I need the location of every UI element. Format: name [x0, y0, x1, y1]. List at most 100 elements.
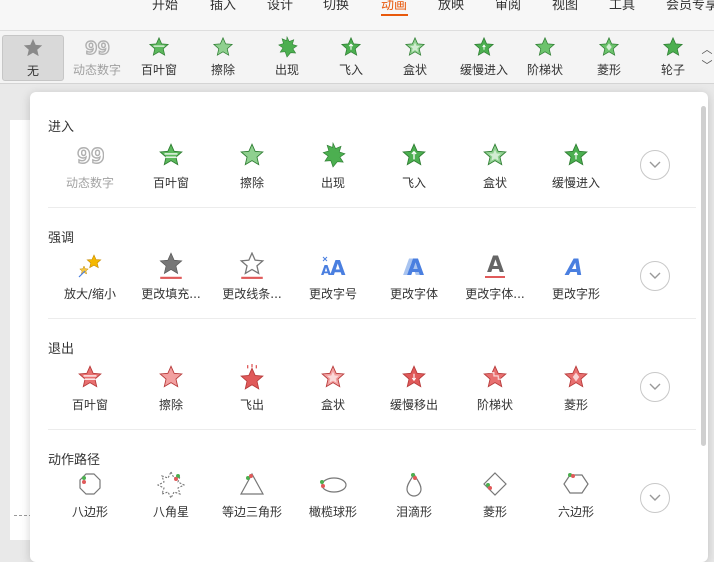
chevron-down-icon: [649, 383, 661, 390]
anim-wheel-button[interactable]: 轮子: [638, 35, 708, 79]
tab-home[interactable]: 开始: [152, 0, 178, 13]
anim-none-button[interactable]: 无: [2, 35, 64, 81]
enter-box-button[interactable]: 盒状: [455, 140, 535, 191]
path-hexagon-button[interactable]: 六边形: [536, 469, 616, 520]
path-octagon-button[interactable]: 八边形: [50, 469, 130, 520]
anim-blinds-label: 百叶窗: [140, 63, 177, 77]
emph-fill-button[interactable]: 更改填充...: [131, 251, 211, 302]
anim-none-label: 无: [26, 64, 39, 78]
enter-slow-in-button[interactable]: 缓慢进入: [536, 140, 616, 191]
star-red-icon: [402, 365, 426, 388]
star-red-icon: [483, 365, 507, 388]
emph-font-color-button[interactable]: A 更改字体...: [455, 251, 535, 302]
path-teardrop-button[interactable]: 泪滴形: [374, 469, 454, 520]
item-label: 盒状: [320, 398, 345, 412]
enter-blinds-button[interactable]: 百叶窗: [131, 140, 211, 191]
enter-fly-in-button[interactable]: 飞入: [374, 140, 454, 191]
enter-digits-button[interactable]: 99 动态数字: [50, 140, 130, 191]
section-title: 退出: [48, 342, 75, 357]
path-star8-button[interactable]: 八角星: [131, 469, 211, 520]
anim-diamond-button[interactable]: 菱形: [574, 35, 644, 79]
item-label: 八边形: [71, 505, 108, 519]
section-divider: [48, 207, 696, 208]
star-green-icon: [278, 36, 298, 58]
more-exit-button[interactable]: [640, 372, 670, 402]
gallery-scroll-button[interactable]: ︿ ﹀: [700, 31, 714, 83]
more-motion-paths-button[interactable]: [640, 483, 670, 513]
star-green-appear-icon: [322, 142, 346, 168]
font-color-icon: A: [485, 253, 505, 278]
path-triangle-button[interactable]: 等边三角形: [212, 469, 292, 520]
anim-wipe-label: 擦除: [210, 63, 235, 77]
anim-appear-button[interactable]: 出现: [252, 35, 322, 79]
anim-box-label: 盒状: [402, 63, 427, 77]
star-gray-icon: [23, 38, 43, 57]
anim-wheel-label: 轮子: [660, 63, 685, 77]
octagon-path-icon: [79, 473, 101, 495]
star-green-icon: [212, 36, 234, 56]
item-label: 六边形: [557, 505, 594, 519]
item-label: 盒状: [482, 176, 507, 190]
tab-slideshow[interactable]: 放映: [438, 0, 464, 13]
tab-design[interactable]: 设计: [267, 0, 293, 13]
star-green-icon: [404, 36, 426, 56]
tab-animation[interactable]: 动画: [381, 0, 407, 13]
svg-text:A: A: [407, 256, 424, 279]
tab-tools[interactable]: 工具: [609, 0, 635, 13]
anim-wipe-button[interactable]: 擦除: [188, 35, 258, 79]
anim-blinds-button[interactable]: 百叶窗: [124, 35, 194, 79]
exit-stairs-button[interactable]: 阶梯状: [455, 362, 535, 413]
stars-grow-icon: [78, 254, 102, 278]
item-label: 飞出: [239, 398, 264, 412]
star-green-blinds-icon: [159, 143, 183, 166]
exit-diamond-button[interactable]: 菱形: [536, 362, 616, 413]
exit-slow-out-button[interactable]: 缓慢移出: [374, 362, 454, 413]
svg-text:99: 99: [77, 144, 104, 167]
emph-grow-button[interactable]: 放大/缩小: [50, 251, 130, 302]
more-enter-button[interactable]: [640, 150, 670, 180]
chevron-down-icon: [649, 161, 661, 168]
svg-text:A: A: [330, 256, 346, 279]
tab-member[interactable]: 会员专享: [666, 0, 714, 13]
exit-box-button[interactable]: 盒状: [293, 362, 373, 413]
anim-stairs-label: 阶梯状: [526, 63, 563, 77]
anim-digits-button[interactable]: 99 动态数字: [62, 35, 132, 79]
exit-wipe-button[interactable]: 擦除: [131, 362, 211, 413]
anim-box-button[interactable]: 盒状: [380, 35, 450, 79]
anim-fly-in-button[interactable]: 飞入: [316, 35, 386, 79]
exit-fly-out-button[interactable]: 飞出: [212, 362, 292, 413]
item-label: 百叶窗: [152, 176, 189, 190]
font-icon: AA: [403, 256, 424, 279]
enter-appear-button[interactable]: 出现: [293, 140, 373, 191]
enter-wipe-button[interactable]: 擦除: [212, 140, 292, 191]
emph-font-button[interactable]: AA 更改字体: [374, 251, 454, 302]
tab-view[interactable]: 视图: [552, 0, 578, 13]
emph-line-button[interactable]: 更改线条...: [212, 251, 292, 302]
path-diamond-button[interactable]: 菱形: [455, 469, 535, 520]
emph-font-style-button[interactable]: A 更改字形: [536, 251, 616, 302]
digits-icon: 99: [84, 37, 110, 58]
more-emphasis-button[interactable]: [640, 261, 670, 291]
item-label: 更改填充...: [141, 287, 201, 301]
item-label: 橄榄球形: [308, 505, 357, 519]
section-title: 强调: [48, 231, 75, 246]
section-title: 动作路径: [48, 453, 101, 468]
tab-transition[interactable]: 切换: [323, 0, 349, 13]
anim-digits-label: 动态数字: [72, 63, 121, 77]
anim-appear-label: 出现: [274, 63, 299, 77]
anim-stairs-button[interactable]: 阶梯状: [510, 35, 580, 79]
svg-text:A: A: [487, 253, 504, 278]
exit-blinds-button[interactable]: 百叶窗: [50, 362, 130, 413]
emph-font-size-button[interactable]: AA 更改字号: [293, 251, 373, 302]
star-green-slow-icon: [564, 143, 588, 166]
star-green-icon: [148, 36, 170, 56]
svg-text:99: 99: [85, 38, 110, 58]
section-divider: [48, 429, 696, 430]
item-label: 八角星: [152, 505, 189, 519]
path-ellipse-button[interactable]: 橄榄球形: [293, 469, 373, 520]
panel-scrollbar[interactable]: [701, 106, 706, 446]
star-outline-icon: [239, 252, 265, 279]
tab-insert[interactable]: 插入: [210, 0, 236, 13]
tab-review[interactable]: 审阅: [495, 0, 521, 13]
item-label: 菱形: [563, 398, 588, 412]
